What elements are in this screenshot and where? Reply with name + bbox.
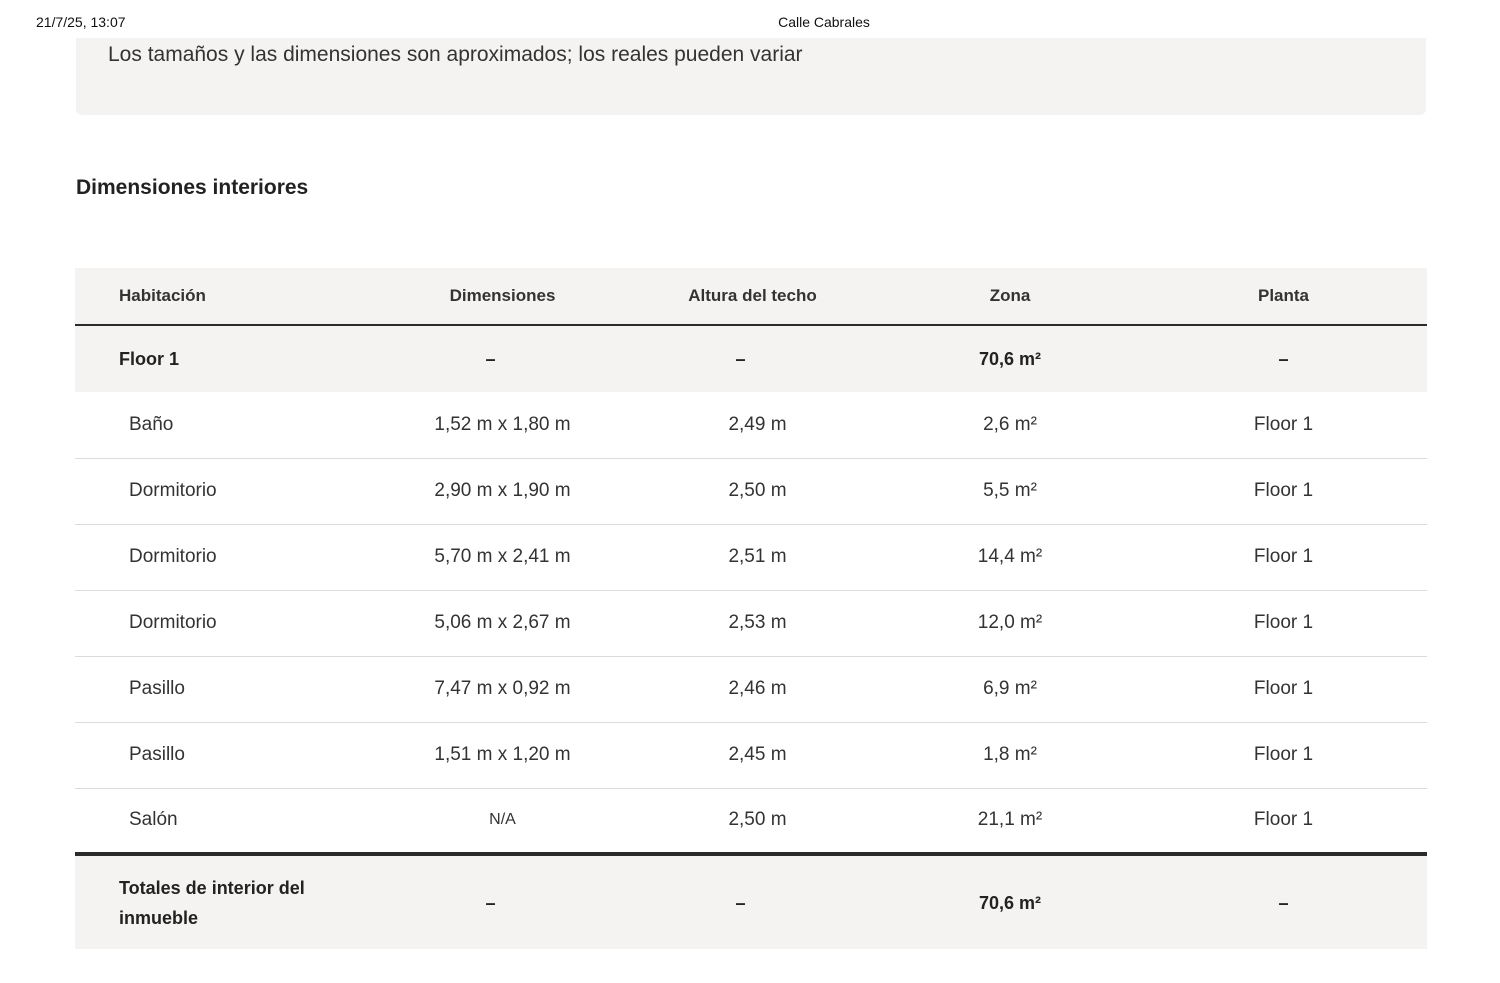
table-row: Salón N/A 2,50 m 21,1 m² Floor 1: [75, 788, 1427, 854]
cell-floor: Floor 1: [1140, 392, 1427, 459]
cell-room: Dormitorio: [75, 458, 380, 525]
cell-floor: Floor 1: [1140, 590, 1427, 657]
table-header-row: Habitación Dimensiones Altura del techo …: [75, 268, 1427, 326]
cell-dimensions: 5,70 m x 2,41 m: [380, 524, 625, 591]
cell-ceiling: 2,49 m: [625, 392, 880, 459]
floor-group-row: Floor 1 – – 70,6 m² –: [75, 325, 1427, 392]
totals-row: Totales de interior del inmueble – – 70,6…: [75, 852, 1427, 949]
cell-floor: Floor 1: [1140, 458, 1427, 525]
table-row: Pasillo 7,47 m x 0,92 m 2,46 m 6,9 m² Fl…: [75, 656, 1427, 723]
table-row: Dormitorio 5,70 m x 2,41 m 2,51 m 14,4 m…: [75, 524, 1427, 591]
disclaimer-text: Los tamaños y las dimensiones son aproxi…: [108, 43, 803, 66]
print-header: 21/7/25, 13:07 Calle Cabrales: [0, 0, 1500, 40]
cell-ceiling: 2,46 m: [625, 656, 880, 723]
cell-ceiling: 2,45 m: [625, 722, 880, 789]
cell-floor: Floor 1: [1140, 656, 1427, 723]
cell-area: 21,1 m²: [977, 809, 1043, 831]
cell-room: Baño: [75, 392, 380, 459]
cell-area: 1,8 m²: [880, 722, 1140, 789]
cell-area: 12,0 m²: [880, 590, 1140, 657]
cell-dimensions: 1,52 m x 1,80 m: [380, 392, 625, 459]
totals-dimensions: –: [380, 852, 625, 949]
group-area: 70,6 m²: [978, 348, 1042, 369]
cell-dimensions: 2,90 m x 1,90 m: [380, 458, 625, 525]
header-ceiling: Altura del techo: [625, 268, 880, 326]
cell-room: Dormitorio: [75, 590, 380, 657]
header-floor: Planta: [1140, 268, 1427, 326]
cell-room: Salón: [129, 809, 178, 831]
totals-floor: –: [1140, 852, 1427, 949]
disclaimer-box: Los tamaños y las dimensiones son aproxi…: [76, 38, 1426, 115]
section-title: Dimensiones interiores: [76, 176, 309, 199]
group-dimensions: –: [485, 348, 496, 369]
cell-room: Dormitorio: [75, 524, 380, 591]
totals-area: 70,6 m²: [880, 852, 1140, 949]
header-area: Zona: [880, 268, 1140, 326]
cell-floor: Floor 1: [1140, 524, 1427, 591]
table-row: Dormitorio 5,06 m x 2,67 m 2,53 m 12,0 m…: [75, 590, 1427, 657]
cell-room: Pasillo: [75, 656, 380, 723]
cell-area: 14,4 m²: [880, 524, 1140, 591]
cell-ceiling: 2,50 m: [625, 458, 880, 525]
header-room: Habitación: [75, 268, 380, 326]
cell-area: 2,6 m²: [880, 392, 1140, 459]
table-row: Pasillo 1,51 m x 1,20 m 2,45 m 1,8 m² Fl…: [75, 722, 1427, 789]
cell-room: Pasillo: [75, 722, 380, 789]
interior-dimensions-table: Habitación Dimensiones Altura del techo …: [75, 268, 1427, 949]
cell-floor: Floor 1: [1140, 722, 1427, 789]
group-ceiling: –: [735, 348, 746, 369]
cell-ceiling: 2,53 m: [625, 590, 880, 657]
table-row: Baño 1,52 m x 1,80 m 2,49 m 2,6 m² Floor…: [75, 392, 1427, 459]
cell-dimensions: 1,51 m x 1,20 m: [380, 722, 625, 789]
cell-area: 6,9 m²: [880, 656, 1140, 723]
group-room: Floor 1: [119, 348, 180, 369]
cell-dimensions: 7,47 m x 0,92 m: [380, 656, 625, 723]
table-row: Dormitorio 2,90 m x 1,90 m 2,50 m 5,5 m²…: [75, 458, 1427, 525]
cell-floor: Floor 1: [1253, 809, 1314, 831]
cell-ceiling: 2,51 m: [625, 524, 880, 591]
cell-dimensions: N/A: [489, 811, 516, 829]
header-dimensions: Dimensiones: [380, 268, 625, 326]
totals-label: Totales de interior del inmueble: [75, 852, 380, 949]
print-title: Calle Cabrales: [778, 14, 870, 30]
cell-dimensions: 5,06 m x 2,67 m: [380, 590, 625, 657]
cell-area: 5,5 m²: [880, 458, 1140, 525]
cell-ceiling: 2,50 m: [728, 809, 787, 831]
totals-ceiling: –: [625, 852, 880, 949]
group-floor: –: [1278, 348, 1289, 369]
